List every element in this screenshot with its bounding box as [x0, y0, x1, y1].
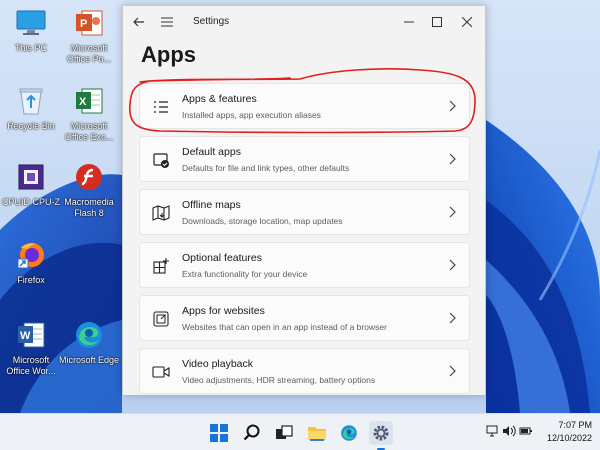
desktop-icon-this-pc[interactable]: This PC: [0, 6, 62, 54]
settings-item-title: Video playback: [182, 358, 254, 370]
settings-item-subtitle: Installed apps, app execution aliases: [182, 110, 321, 120]
search-button[interactable]: [240, 421, 264, 445]
chevron-right-icon: [449, 365, 456, 377]
battery-icon: [519, 427, 532, 435]
desktop-icon-edge[interactable]: Microsoft Edge: [58, 318, 120, 366]
task-view-button[interactable]: [272, 421, 296, 445]
desktop-icon-label: Microsoft Office Wor...: [6, 355, 56, 376]
settings-item-subtitle: Defaults for file and link types, other …: [182, 163, 350, 173]
settings-item-subtitle: Extra functionality for your device: [182, 269, 308, 279]
settings-item-video-playback[interactable]: Video playback Video adjustments, HDR st…: [139, 348, 470, 394]
back-arrow-icon: [133, 17, 144, 27]
settings-item-default-apps[interactable]: Default apps Defaults for file and link …: [139, 136, 470, 182]
desktop-icon-excel[interactable]: X Microsoft Office Exc...: [58, 84, 120, 143]
desktop-icon-firefox[interactable]: Firefox: [0, 238, 62, 286]
monitor-icon: [14, 6, 48, 40]
settings-item-subtitle: Downloads, storage location, map updates: [182, 216, 343, 226]
system-clock[interactable]: 7:07 PM 12/10/2022: [547, 419, 592, 445]
svg-text:P: P: [80, 18, 87, 30]
desktop-icon-cpuz[interactable]: CPUID CPU-Z: [0, 160, 62, 208]
settings-item-title: Default apps: [182, 146, 241, 158]
svg-text:X: X: [79, 96, 87, 108]
windows-logo-icon: [210, 424, 228, 442]
apps-features-icon: [154, 101, 168, 113]
chevron-right-icon: [449, 100, 456, 112]
settings-window: Settings Apps Apps & features Installed …: [122, 5, 486, 395]
desktop-icon-label: This PC: [14, 43, 47, 53]
hamburger-icon: [161, 17, 173, 27]
word-icon: W: [14, 318, 48, 352]
close-icon: [462, 17, 472, 27]
back-button[interactable]: [129, 12, 149, 32]
maximize-button[interactable]: [427, 12, 447, 32]
chevron-right-icon: [449, 153, 456, 165]
chevron-right-icon: [449, 259, 456, 271]
file-explorer-button[interactable]: [305, 421, 329, 445]
settings-item-subtitle: Video adjustments, HDR streaming, batter…: [182, 375, 376, 385]
edge-taskbar-button[interactable]: [337, 421, 361, 445]
apps-websites-icon: [153, 311, 169, 327]
network-icon: [486, 425, 498, 437]
window-title: Settings: [193, 16, 230, 27]
desktop-icon-label: Microsoft Office Exc...: [64, 121, 114, 142]
page-title: Apps: [141, 42, 196, 67]
firefox-icon: [14, 238, 48, 272]
minimize-icon: [404, 21, 414, 23]
speaker-icon: [503, 425, 516, 437]
settings-item-title: Offline maps: [182, 199, 241, 211]
desktop-icon-word[interactable]: W Microsoft Office Wor...: [0, 318, 62, 377]
settings-list: Apps & features Installed apps, app exec…: [139, 83, 470, 401]
desktop-icon-label: Firefox: [17, 275, 45, 285]
settings-item-optional-features[interactable]: Optional features Extra functionality fo…: [139, 242, 470, 288]
edge-icon: [72, 318, 106, 352]
flash-icon: [72, 160, 106, 194]
volume-tray-button[interactable]: [502, 424, 516, 442]
default-apps-icon: [153, 153, 169, 168]
settings-item-apps-websites[interactable]: Apps for websites Websites that can open…: [139, 295, 470, 341]
excel-icon: X: [72, 84, 106, 118]
settings-item-subtitle: Websites that can open in an app instead…: [182, 322, 387, 332]
chevron-right-icon: [449, 312, 456, 324]
settings-item-offline-maps[interactable]: Offline maps Downloads, storage location…: [139, 189, 470, 235]
desktop-icon-label: Microsoft Office Po...: [66, 43, 112, 64]
taskbar: 7:07 PM 12/10/2022: [0, 413, 600, 450]
settings-taskbar-button[interactable]: [369, 421, 393, 450]
recycle-bin-icon: [14, 84, 48, 118]
offline-maps-icon: [152, 205, 170, 221]
optional-features-icon: [153, 258, 169, 274]
settings-item-title: Optional features: [182, 252, 262, 264]
desktop-icon-label: Recycle Bin: [7, 121, 55, 131]
network-tray-button[interactable]: [486, 424, 498, 442]
edge-icon: [341, 425, 357, 441]
desktop-icon-label: Microsoft Edge: [58, 355, 120, 365]
task-view-icon: [276, 425, 293, 439]
settings-item-title: Apps & features: [182, 93, 257, 105]
minimize-button[interactable]: [399, 12, 419, 32]
folder-icon: [308, 427, 326, 441]
clock-date: 12/10/2022: [546, 433, 592, 443]
chevron-right-icon: [449, 206, 456, 218]
desktop-icon-recycle-bin[interactable]: Recycle Bin: [0, 84, 62, 132]
desktop-icon-label: CPUID CPU-Z: [2, 197, 60, 207]
menu-button[interactable]: [157, 12, 177, 32]
start-button[interactable]: [207, 421, 231, 445]
settings-item-apps-features[interactable]: Apps & features Installed apps, app exec…: [139, 83, 470, 129]
maximize-icon: [432, 17, 442, 27]
video-playback-icon: [152, 366, 170, 378]
title-bar: Settings: [123, 6, 485, 36]
svg-text:W: W: [20, 330, 31, 342]
powerpoint-icon: P: [72, 6, 106, 40]
desktop-icon-flash[interactable]: Macromedia Flash 8: [58, 160, 120, 219]
cpu-chip-icon: [14, 160, 48, 194]
search-icon: [243, 424, 260, 441]
battery-tray-button[interactable]: [519, 424, 533, 442]
close-button[interactable]: [457, 12, 477, 32]
gear-icon: [373, 425, 389, 441]
desktop-icon-label: Macromedia Flash 8: [64, 197, 114, 218]
desktop-icon-powerpoint[interactable]: P Microsoft Office Po...: [58, 6, 120, 65]
settings-item-title: Apps for websites: [182, 305, 265, 317]
clock-time: 7:07 PM: [558, 420, 592, 430]
